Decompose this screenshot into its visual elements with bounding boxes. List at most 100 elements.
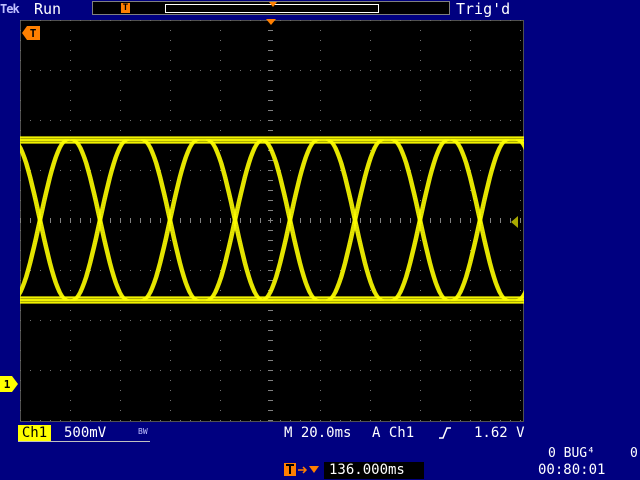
grid-dot xyxy=(520,310,521,311)
grid-dot xyxy=(70,330,71,331)
grid-dot xyxy=(220,60,221,61)
grid-dot xyxy=(20,20,21,21)
trigger-state: Trig'd xyxy=(456,0,511,18)
grid-dot xyxy=(310,120,311,121)
grid-dot xyxy=(130,270,131,271)
grid-dot xyxy=(510,320,511,321)
grid-dot xyxy=(120,360,121,361)
grid-dot xyxy=(250,20,251,21)
axis-tick xyxy=(50,218,51,223)
grid-dot xyxy=(70,270,71,271)
grid-dot xyxy=(380,270,381,271)
grid-dot xyxy=(500,70,501,71)
grid-dot xyxy=(220,110,221,111)
grid-dot xyxy=(370,340,371,341)
grid-dot xyxy=(170,370,171,371)
grid-dot xyxy=(220,340,221,341)
grid-dot xyxy=(370,170,371,171)
waveform-display[interactable] xyxy=(20,20,524,422)
grid-dot xyxy=(370,390,371,391)
axis-tick xyxy=(268,50,273,51)
grid-dot xyxy=(170,410,171,411)
axis-tick xyxy=(110,218,111,223)
grid-dot xyxy=(70,130,71,131)
grid-dot xyxy=(120,120,121,121)
clock-readout: 00:80:01 xyxy=(538,462,606,478)
grid-dot xyxy=(420,190,421,191)
grid-dot xyxy=(170,110,171,111)
axis-tick xyxy=(268,310,273,311)
grid-dot xyxy=(420,350,421,351)
grid-dot xyxy=(470,390,471,391)
ch1-label[interactable]: Ch1 xyxy=(18,425,51,441)
grid-dot xyxy=(20,260,21,261)
axis-tick xyxy=(268,350,273,351)
grid-dot xyxy=(20,390,21,391)
axis-tick xyxy=(268,100,273,101)
grid-dot xyxy=(220,150,221,151)
grid-dot xyxy=(100,420,101,421)
grid-dot xyxy=(180,20,181,21)
record-view-bar[interactable]: T xyxy=(92,1,450,15)
grid-dot xyxy=(70,210,71,211)
grid-dot xyxy=(40,420,41,421)
grid-dot xyxy=(170,400,171,401)
grid-dot xyxy=(520,130,521,131)
grid-dot xyxy=(220,20,221,21)
grid-dot xyxy=(230,170,231,171)
grid-dot xyxy=(510,20,511,21)
grid-dot xyxy=(320,230,321,231)
grid-dot xyxy=(120,40,121,41)
grid-dot xyxy=(280,370,281,371)
grid-dot xyxy=(120,240,121,241)
grid-dot xyxy=(120,190,121,191)
grid-dot xyxy=(120,70,121,71)
grid-dot xyxy=(370,100,371,101)
grid-dot xyxy=(120,180,121,181)
grid-dot xyxy=(40,20,41,21)
grid-dot xyxy=(490,70,491,71)
grid-dot xyxy=(20,130,21,131)
grid-dot xyxy=(470,50,471,51)
grid-dot xyxy=(170,100,171,101)
axis-tick xyxy=(268,230,273,231)
axis-tick xyxy=(268,90,273,91)
axis-tick xyxy=(268,60,273,61)
grid-dot xyxy=(220,330,221,331)
grid-dot xyxy=(380,70,381,71)
eye-falling-edge xyxy=(327,139,383,301)
grid-dot xyxy=(310,420,311,421)
grid-dot xyxy=(120,310,121,311)
grid-dot xyxy=(320,50,321,51)
grid-dot xyxy=(170,390,171,391)
grid-dot xyxy=(520,150,521,151)
grid-dot xyxy=(120,260,121,261)
grid-dot xyxy=(220,100,221,101)
grid-dot xyxy=(40,120,41,121)
grid-dot xyxy=(20,120,21,121)
grid-dot xyxy=(220,230,221,231)
grid-dot xyxy=(220,120,221,121)
grid-dot xyxy=(420,20,421,21)
grid-dot xyxy=(60,370,61,371)
grid-dot xyxy=(320,360,321,361)
grid-dot xyxy=(220,80,221,81)
axis-tick xyxy=(460,218,461,223)
axis-tick xyxy=(268,130,273,131)
grid-dot xyxy=(220,50,221,51)
ch1-ground-marker[interactable]: 1 xyxy=(0,376,18,392)
grid-dot xyxy=(250,70,251,71)
trigger-source-readout: A Ch1 xyxy=(372,425,414,441)
axis-tick xyxy=(390,218,391,223)
grid-dot xyxy=(20,60,21,61)
grid-dot xyxy=(520,370,521,371)
grid-dot xyxy=(470,60,471,61)
axis-tick xyxy=(260,218,261,223)
grid-dot xyxy=(70,310,71,311)
grid-dot xyxy=(390,370,391,371)
grid-dot xyxy=(260,370,261,371)
grid-dot xyxy=(20,190,21,191)
grid-dot xyxy=(520,280,521,281)
grid-dot xyxy=(90,370,91,371)
grid-dot xyxy=(220,240,221,241)
